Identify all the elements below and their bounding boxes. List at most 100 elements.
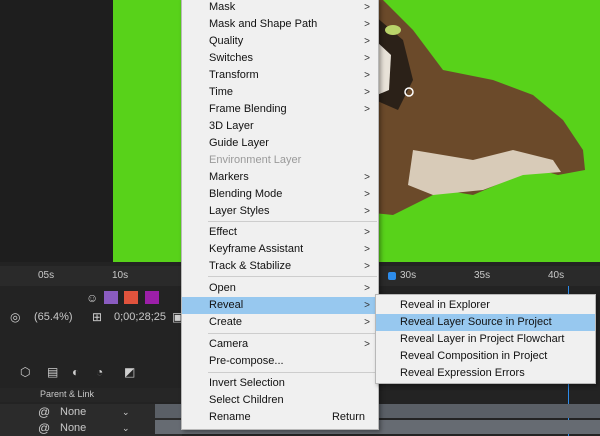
menu-item-frame-blending[interactable]: Frame Blending >	[182, 101, 378, 118]
graph-icon[interactable]: ◔	[96, 366, 103, 378]
menu-item-label: Reveal Expression Errors	[400, 367, 525, 379]
menu-item-label: Create	[209, 316, 243, 328]
chevron-right-icon: >	[364, 261, 370, 272]
chevron-right-icon: >	[364, 19, 370, 30]
menu-item-label: Invert Selection	[209, 377, 285, 389]
menu-item-time[interactable]: Time >	[182, 84, 378, 101]
menu-separator	[208, 372, 377, 373]
cube-icon[interactable]: ⬡	[20, 366, 30, 378]
submenu-item-reveal-expression-errors[interactable]: Reveal Expression Errors	[376, 365, 595, 382]
layer-context-menu: Mask > Mask and Shape Path > Quality > Swit…	[181, 0, 379, 430]
menu-item-label: Rename	[209, 411, 251, 423]
mask-icon[interactable]: ◎	[10, 311, 20, 323]
chart-icon[interactable]: ◩	[124, 366, 135, 378]
menu-item-reveal[interactable]: Reveal >	[182, 297, 378, 314]
ruler-label: 10s	[112, 270, 129, 281]
menu-item-create[interactable]: Create >	[182, 314, 378, 331]
submenu-item-reveal-in-explorer[interactable]: Reveal in Explorer	[376, 297, 595, 314]
menu-item-layer-styles[interactable]: Layer Styles >	[182, 203, 378, 220]
chevron-right-icon: >	[364, 339, 370, 350]
pickwhip-icon[interactable]: @	[38, 406, 50, 418]
menu-item-label: Time	[209, 86, 234, 98]
menu-item-label: 3D Layer	[209, 120, 254, 132]
ruler-label: 40s	[548, 270, 565, 281]
menu-item-label: Reveal in Explorer	[400, 299, 490, 311]
menu-item-label: Blending Mode	[209, 188, 283, 200]
chevron-right-icon: >	[364, 172, 370, 183]
menu-item-mask-shape-path[interactable]: Mask and Shape Path >	[182, 16, 378, 33]
shortcut-label: Return	[331, 411, 365, 423]
submenu-item-reveal-layer-source[interactable]: Reveal Layer Source in Project	[376, 314, 595, 331]
person-icon[interactable]: ☺	[86, 292, 98, 304]
menu-item-invert-selection[interactable]: Invert Selection	[182, 375, 378, 392]
pickwhip-icon[interactable]: @	[38, 422, 50, 434]
menu-item-label: Open	[209, 282, 236, 294]
chevron-right-icon: >	[364, 53, 370, 64]
menu-item-label: Track & Stabilize	[209, 260, 292, 272]
menu-item-environment-layer: Environment Layer	[182, 152, 378, 169]
timecode-display[interactable]: 0;00;28;25	[114, 311, 166, 323]
ruler-label: 05s	[38, 270, 55, 281]
menu-item-track-stabilize[interactable]: Track & Stabilize >	[182, 258, 378, 275]
menu-item-label: Markers	[209, 171, 249, 183]
menu-item-markers[interactable]: Markers >	[182, 169, 378, 186]
menu-item-label: Layer Styles	[209, 205, 270, 217]
menu-item-label: Environment Layer	[209, 154, 302, 166]
ruler-label: 30s	[400, 270, 417, 281]
menu-item-transform[interactable]: Transform >	[182, 67, 378, 84]
menu-item-keyframe-assistant[interactable]: Keyframe Assistant >	[182, 241, 378, 258]
submenu-item-reveal-layer-flowchart[interactable]: Reveal Layer in Project Flowchart	[376, 331, 595, 348]
menu-item-label: Transform	[209, 69, 259, 81]
menu-item-label: Guide Layer	[209, 137, 269, 149]
motion-blur-icon[interactable]: ◐	[72, 366, 79, 378]
chevron-right-icon: >	[364, 244, 370, 255]
chevron-right-icon: >	[364, 2, 370, 13]
comp-icon[interactable]: ▤	[47, 366, 58, 378]
menu-item-mask[interactable]: Mask >	[182, 0, 378, 16]
menu-item-label: Reveal Layer in Project Flowchart	[400, 333, 565, 345]
menu-item-switches[interactable]: Switches >	[182, 50, 378, 67]
parent-select[interactable]: None	[60, 406, 86, 418]
region-icon[interactable]: ⊞	[92, 311, 102, 323]
menu-separator	[208, 276, 377, 277]
playhead-handle[interactable]	[388, 272, 396, 280]
parent-select[interactable]: None	[60, 422, 86, 434]
menu-item-camera[interactable]: Camera >	[182, 336, 378, 353]
chevron-right-icon: >	[364, 87, 370, 98]
purple-swatch-icon[interactable]	[104, 291, 118, 304]
reveal-submenu: Reveal in Explorer Reveal Layer Source i…	[375, 294, 596, 384]
magenta-swatch-icon[interactable]	[145, 291, 159, 304]
menu-item-label: Camera	[209, 338, 249, 350]
chevron-right-icon: >	[364, 70, 370, 81]
chevron-right-icon: >	[364, 300, 370, 311]
menu-item-quality[interactable]: Quality >	[182, 33, 378, 50]
zoom-level[interactable]: (65.4%)	[34, 311, 73, 323]
menu-item-label: Reveal Composition in Project	[400, 350, 548, 362]
menu-separator	[208, 333, 377, 334]
menu-item-open[interactable]: Open >	[182, 280, 378, 297]
menu-item-label: Pre-compose...	[209, 355, 284, 367]
red-swatch-icon[interactable]	[124, 291, 138, 304]
menu-item-3d-layer[interactable]: 3D Layer	[182, 118, 378, 135]
menu-item-select-children[interactable]: Select Children	[182, 392, 378, 409]
menu-item-label: Mask	[209, 1, 236, 13]
parent-link-header: Parent & Link	[40, 389, 95, 399]
menu-item-guide-layer[interactable]: Guide Layer	[182, 135, 378, 152]
menu-item-blending-mode[interactable]: Blending Mode >	[182, 186, 378, 203]
submenu-item-reveal-composition[interactable]: Reveal Composition in Project	[376, 348, 595, 365]
menu-item-effect[interactable]: Effect >	[182, 224, 378, 241]
menu-item-label: Quality	[209, 35, 244, 47]
menu-item-label: Select Children	[209, 394, 284, 406]
chevron-right-icon: >	[364, 283, 370, 294]
menu-item-label: Switches	[209, 52, 254, 64]
chevron-down-icon[interactable]: ⌄	[122, 422, 130, 434]
chevron-right-icon: >	[364, 206, 370, 217]
chevron-right-icon: >	[364, 317, 370, 328]
ruler-label: 35s	[474, 270, 491, 281]
chevron-right-icon: >	[364, 189, 370, 200]
chevron-right-icon: >	[364, 227, 370, 238]
chevron-down-icon[interactable]: ⌄	[122, 406, 130, 418]
menu-item-pre-compose[interactable]: Pre-compose...	[182, 353, 378, 370]
menu-item-rename[interactable]: Rename Return	[182, 409, 378, 426]
menu-item-label: Frame Blending	[209, 103, 287, 115]
